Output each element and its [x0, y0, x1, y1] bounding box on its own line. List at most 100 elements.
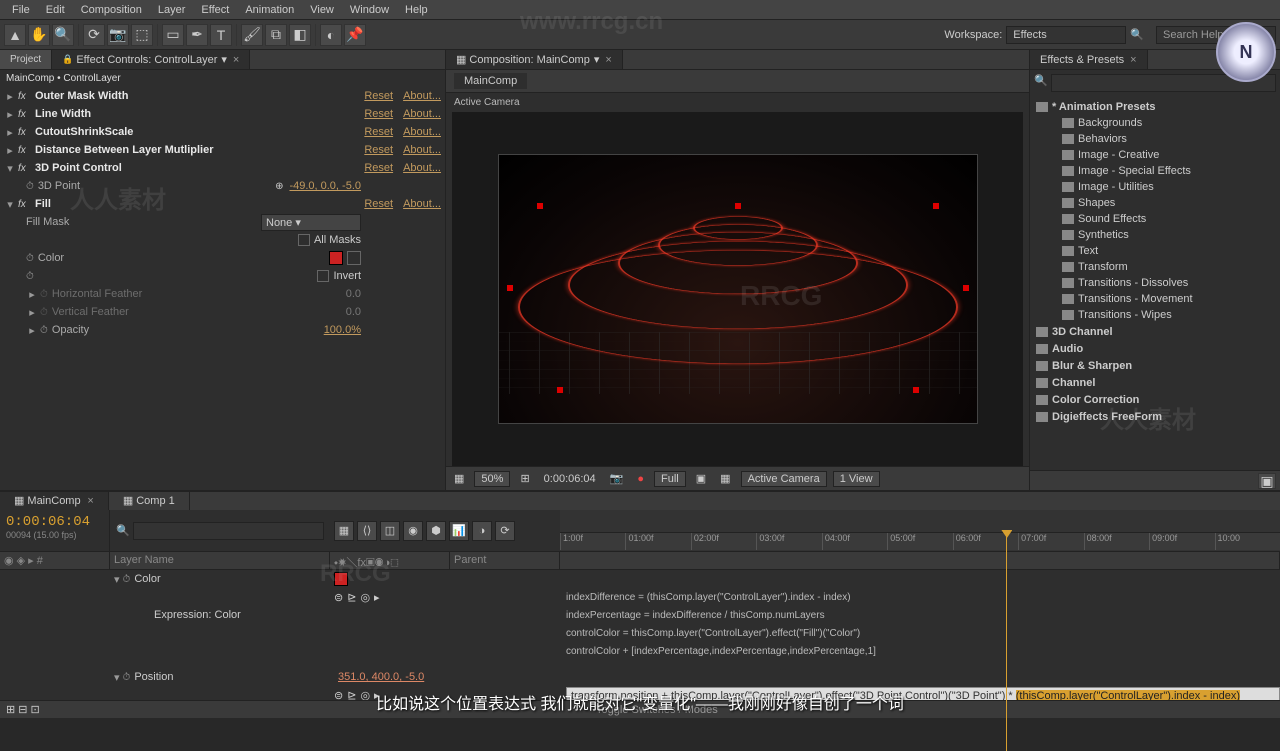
brainstorm-icon[interactable]: ⬢ [426, 521, 446, 541]
stopwatch-icon[interactable]: ⏱ [40, 289, 48, 300]
preset-item[interactable]: ▾* Animation Presets [1030, 98, 1280, 115]
stopwatch-icon[interactable]: ⏱ [123, 574, 131, 585]
effect-distance[interactable]: Distance Between Layer Mutliplier [35, 144, 364, 156]
preset-item[interactable]: ▾Channel [1030, 374, 1280, 391]
value-opacity[interactable]: 100.0% [324, 324, 361, 336]
menu-window[interactable]: Window [342, 2, 397, 18]
preset-item[interactable]: Image - Utilities [1030, 179, 1280, 195]
camera-tool[interactable]: 📷 [107, 24, 129, 46]
snapshot-icon[interactable]: 📷 [606, 471, 628, 486]
preset-item[interactable]: Transform [1030, 259, 1280, 275]
menu-file[interactable]: File [4, 2, 38, 18]
preset-item[interactable]: Transitions - Wipes [1030, 307, 1280, 323]
preset-item[interactable]: Text [1030, 243, 1280, 259]
rotate-tool[interactable]: ⟳ [83, 24, 105, 46]
stopwatch-icon[interactable]: ⏱ [26, 253, 34, 264]
timeline-tab-comp1[interactable]: ▦Comp 1 [109, 492, 190, 510]
effect-line-width[interactable]: Line Width [35, 108, 364, 120]
workspace-dropdown[interactable]: Effects [1006, 26, 1126, 44]
preset-item[interactable]: ▾Audio [1030, 340, 1280, 357]
stopwatch-icon[interactable]: ⏱ [40, 307, 48, 318]
preset-item[interactable]: Synthetics [1030, 227, 1280, 243]
hand-tool[interactable]: ✋ [28, 24, 50, 46]
reset-link[interactable]: Reset [364, 162, 393, 174]
timecode-display[interactable]: 0:00:06:04 [6, 514, 103, 530]
toggle-icon[interactable]: ▸ [4, 90, 16, 103]
toggle-icon[interactable]: ▸ [26, 306, 38, 319]
res-toggle[interactable]: ⊞ [516, 471, 533, 486]
color-swatch[interactable] [329, 251, 343, 265]
resolution-dropdown[interactable]: Full [654, 471, 686, 487]
menu-animation[interactable]: Animation [237, 2, 302, 18]
preset-item[interactable]: Transitions - Dissolves [1030, 275, 1280, 291]
expr-graph-icon[interactable]: ⊵ [347, 591, 356, 604]
expr-menu-icon[interactable]: ▸ [374, 591, 380, 604]
toggle-icon[interactable]: ▸ [26, 288, 38, 301]
reset-link[interactable]: Reset [364, 126, 393, 138]
roi-icon[interactable]: ▣ [692, 471, 710, 486]
effect-3d-point[interactable]: 3D Point Control [35, 162, 364, 174]
zoom-tool[interactable]: 🔍 [52, 24, 74, 46]
preset-item[interactable]: ▾3D Channel [1030, 323, 1280, 340]
transparency-icon[interactable]: ▦ [716, 471, 734, 486]
expr-enable-icon[interactable]: ⊜ [334, 591, 343, 604]
toggle-icon[interactable]: ▾ [114, 671, 120, 684]
graph-icon[interactable]: 📊 [449, 521, 469, 541]
about-link[interactable]: About... [403, 162, 441, 174]
timecode-display[interactable]: 0:00:06:04 [540, 472, 600, 486]
timeline-tab-main[interactable]: ▦MainComp × [0, 492, 109, 510]
pen-tool[interactable]: ✒ [186, 24, 208, 46]
close-icon[interactable]: × [233, 54, 239, 66]
value-3d-point[interactable]: -49.0, 0.0, -5.0 [289, 180, 361, 192]
menu-view[interactable]: View [302, 2, 342, 18]
toggle-switches-icon[interactable]: ⊞ ⊟ ⊡ [6, 703, 40, 716]
toggle-icon[interactable]: ▾ [114, 573, 120, 586]
preset-item[interactable]: Transitions - Movement [1030, 291, 1280, 307]
effects-presets-tab[interactable]: Effects & Presets× [1030, 50, 1148, 69]
preset-item[interactable]: ▾Blur & Sharpen [1030, 357, 1280, 374]
preset-item[interactable]: Backgrounds [1030, 115, 1280, 131]
pan-behind-tool[interactable]: ⬚ [131, 24, 153, 46]
composition-viewer[interactable] [452, 112, 1023, 466]
composition-tab[interactable]: ▦Composition: MainComp▾× [446, 50, 623, 69]
close-icon[interactable]: × [1130, 54, 1136, 66]
puppet-tool[interactable]: 📌 [344, 24, 366, 46]
new-bin-icon[interactable]: ▣ [1258, 473, 1276, 489]
view-dropdown[interactable]: Active Camera [741, 471, 827, 487]
project-tab[interactable]: Project [0, 50, 52, 69]
toggle-icon[interactable]: ▸ [4, 126, 16, 139]
draft3d-icon[interactable]: ◑ [472, 521, 492, 541]
effect-cutout[interactable]: CutoutShrinkScale [35, 126, 364, 138]
current-time-indicator[interactable] [1006, 532, 1007, 751]
expr-pick-icon[interactable]: ◎ [360, 689, 370, 701]
menu-help[interactable]: Help [397, 2, 436, 18]
eyedropper-icon[interactable] [347, 251, 361, 265]
frame-blend-icon[interactable]: ◫ [380, 521, 400, 541]
about-link[interactable]: About... [403, 198, 441, 210]
toggle-icon[interactable]: ▸ [4, 108, 16, 121]
fill-mask-dropdown[interactable]: None ▾ [261, 214, 361, 231]
toggle-icon[interactable]: ▸ [4, 144, 16, 157]
timeline-search-input[interactable] [133, 522, 324, 540]
channel-icon[interactable]: ● [633, 472, 648, 486]
expr-enable-icon[interactable]: ⊜ [334, 689, 343, 701]
reset-link[interactable]: Reset [364, 144, 393, 156]
menu-edit[interactable]: Edit [38, 2, 73, 18]
grid-icon[interactable]: ▦ [450, 471, 468, 486]
brush-tool[interactable]: 🖌 [241, 24, 263, 46]
invert-checkbox[interactable] [317, 270, 329, 282]
about-link[interactable]: About... [403, 126, 441, 138]
reset-link[interactable]: Reset [364, 90, 393, 102]
preset-item[interactable]: Behaviors [1030, 131, 1280, 147]
about-link[interactable]: About... [403, 144, 441, 156]
preset-item[interactable]: ▾Digieffects FreeForm [1030, 408, 1280, 425]
menu-effect[interactable]: Effect [193, 2, 237, 18]
expr-graph-icon[interactable]: ⊵ [347, 689, 356, 701]
menu-composition[interactable]: Composition [73, 2, 150, 18]
effect-outer-mask[interactable]: Outer Mask Width [35, 90, 364, 102]
close-icon[interactable]: × [605, 54, 611, 66]
preset-item[interactable]: Sound Effects [1030, 211, 1280, 227]
stopwatch-icon[interactable]: ⏱ [40, 325, 48, 336]
motion-blur-icon[interactable]: ◉ [403, 521, 423, 541]
preset-item[interactable]: ▾Color Correction [1030, 391, 1280, 408]
